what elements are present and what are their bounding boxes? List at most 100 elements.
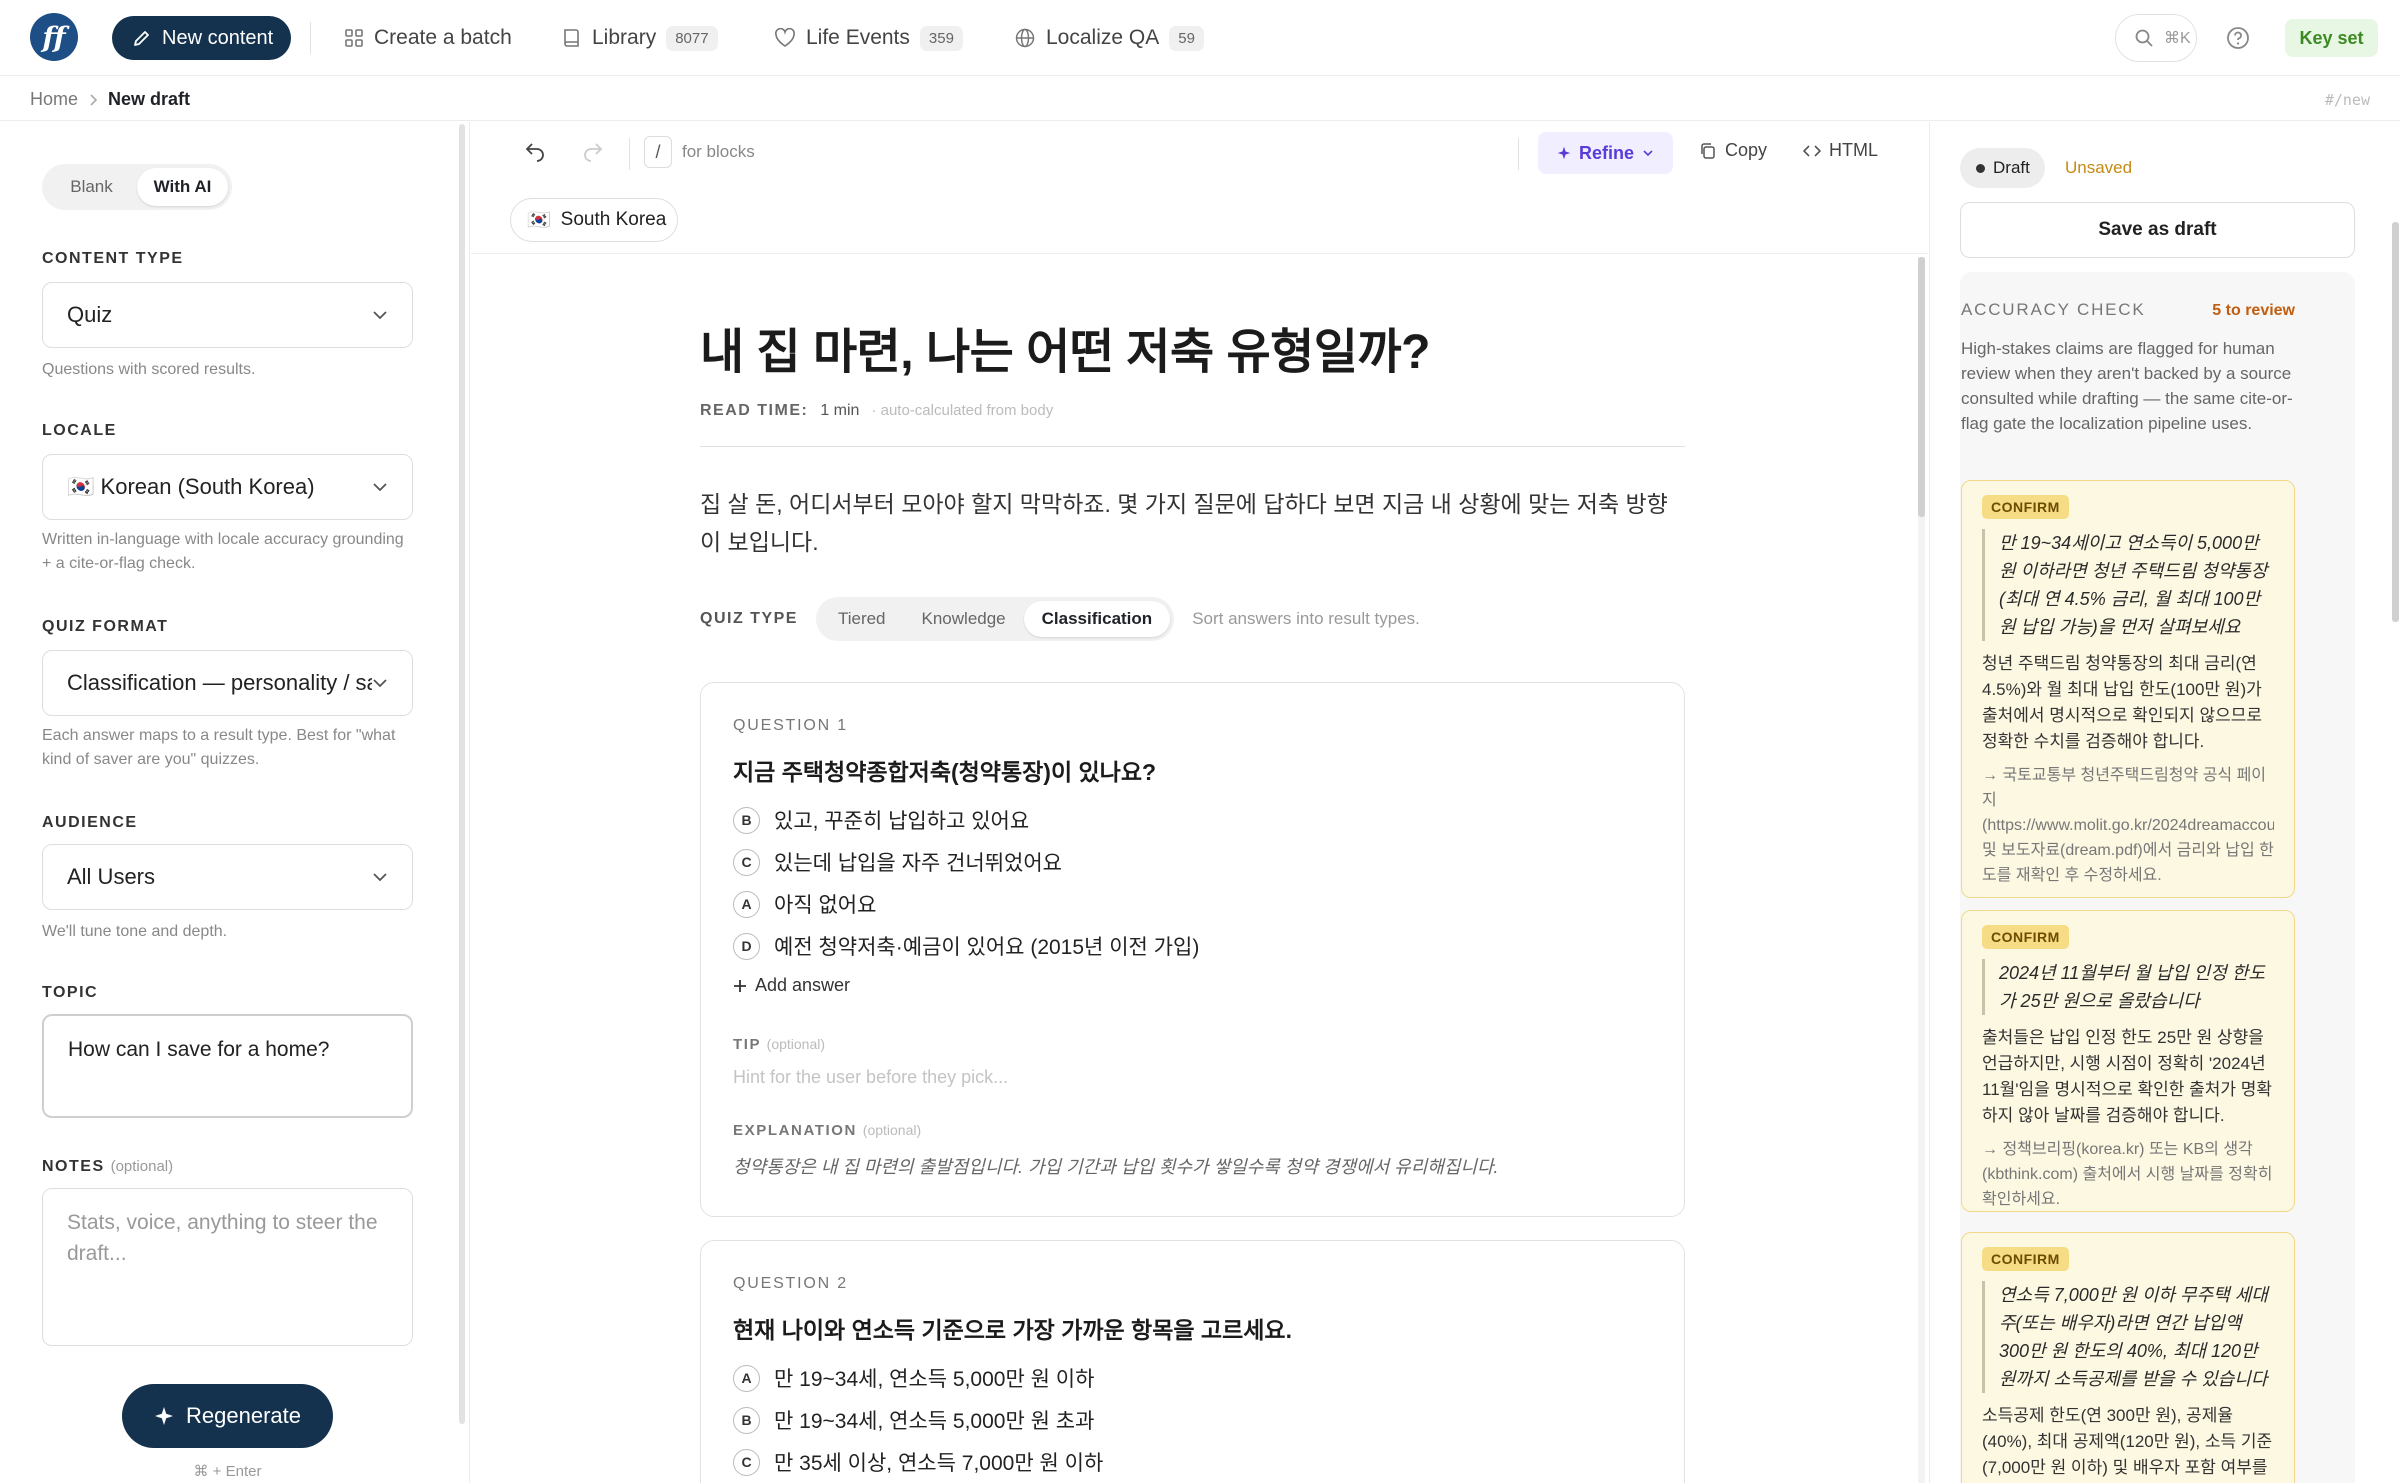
right-scrollbar[interactable] (2392, 222, 2399, 622)
unsaved-indicator: Unsaved (2065, 158, 2133, 177)
search-shortcut: ⌘K (2164, 30, 2191, 47)
sparkle-icon (1557, 146, 1571, 160)
topic-input[interactable]: How can I save for a home? (42, 1014, 413, 1118)
new-content-label: New content (162, 26, 274, 49)
quiz-type-description: Sort answers into result types. (1192, 609, 1420, 628)
add-answer-button[interactable]: Add answer (733, 975, 1652, 996)
life-events-count-badge: 359 (919, 25, 963, 51)
new-content-button[interactable]: New content (112, 16, 291, 60)
divider (629, 138, 630, 170)
read-time-note: · auto-calculated from body (871, 402, 1054, 419)
source-suggestion: → 국토교통부 청년주택드림청약 공식 페이지 (https://www.mol… (1982, 767, 2274, 884)
nav-localize-qa[interactable]: Localize QA 59 (1014, 22, 1204, 54)
review-count[interactable]: 5 to review (2212, 302, 2295, 320)
answer-letter[interactable]: C (733, 1448, 760, 1476)
redo-icon[interactable] (581, 140, 605, 164)
quiz-format-value: Classification — personality / saver typ… (67, 670, 372, 695)
accuracy-description: High-stakes claims are flagged for human… (1961, 339, 2293, 433)
search-button[interactable]: ⌘K (2115, 14, 2197, 62)
mode-blank[interactable]: Blank (46, 168, 137, 206)
notes-optional: (optional) (110, 1158, 174, 1175)
breadcrumb-home[interactable]: Home (30, 89, 78, 110)
flag-reason: 소득공제 한도(연 300만 원), 공제율(40%), 최대 공제액(120만… (1982, 1406, 2273, 1477)
answer-option[interactable]: B 있고, 꾸준히 납입하고 있어요 (733, 799, 1652, 841)
accuracy-card[interactable]: CONFIRM 연소득 7,000만 원 이하 무주택 세대주(또는 배우자)라… (1961, 1232, 2295, 1483)
quiz-type-row: QUIZ TYPE Tiered Knowledge Classificatio… (700, 597, 1685, 641)
answer-option[interactable]: C 있는데 납입을 자주 건너뛰었어요 (733, 841, 1652, 883)
country-chip[interactable]: 🇰🇷 South Korea (510, 198, 678, 242)
grid-icon (345, 29, 363, 47)
content-type-hint: Questions with scored results. (42, 361, 256, 378)
answer-text: 있고, 꾸준히 납입하고 있어요 (774, 810, 1030, 833)
left-scrollbar[interactable] (459, 124, 465, 1424)
notes-input[interactable]: Stats, voice, anything to steer the draf… (42, 1188, 413, 1346)
accuracy-card[interactable]: CONFIRM 2024년 11월부터 월 납입 인정 한도가 25만 원으로 … (1961, 910, 2295, 1212)
save-draft-button[interactable]: Save as draft (1960, 202, 2355, 258)
page-title[interactable]: 내 집 마련, 나는 어떤 저축 유형일까? (700, 312, 1685, 382)
generator-panel: Blank With AI CONTENT TYPE Quiz Question… (0, 122, 470, 1483)
add-answer-label: Add answer (755, 975, 851, 995)
answer-letter[interactable]: C (733, 848, 760, 876)
answer-letter[interactable]: D (733, 932, 760, 960)
answer-option[interactable]: D 예전 청약저축·예금이 있어요 (2015년 이전 가입) (733, 925, 1652, 967)
flagged-claim: 2024년 11월부터 월 납입 인정 한도가 25만 원으로 올랐습니다 (1982, 959, 2274, 1015)
answer-option[interactable]: C 만 35세 이상, 연소득 7,000만 원 이하 (733, 1441, 1652, 1483)
country-bar: 🇰🇷 South Korea (471, 190, 1928, 254)
nav-life-events[interactable]: Life Events 359 (774, 22, 963, 54)
explanation-input[interactable]: 청약통장은 내 집 마련의 출발점입니다. 가입 기간과 납입 횟수가 쌓일수록… (733, 1153, 1652, 1179)
quiz-type-label: QUIZ TYPE (700, 610, 798, 627)
answer-letter[interactable]: B (733, 1406, 760, 1434)
locale-hint: Written in-language with locale accuracy… (42, 531, 404, 572)
answer-letter[interactable]: A (733, 1364, 760, 1392)
editor-scrollbar[interactable] (1918, 257, 1925, 1483)
answer-letter[interactable]: B (733, 806, 760, 834)
copy-label: Copy (1725, 140, 1768, 160)
help-icon[interactable] (2224, 24, 2252, 52)
notes-label-text: NOTES (42, 1158, 105, 1175)
explanation-optional: (optional) (862, 1122, 922, 1138)
status-badge: Draft (1960, 148, 2045, 188)
quiz-type-tiered[interactable]: Tiered (820, 601, 904, 637)
notes-label: NOTES (optional) (42, 1158, 173, 1176)
refine-button[interactable]: Refine (1538, 132, 1673, 174)
nav-create-batch[interactable]: Create a batch (344, 22, 512, 54)
answer-letter[interactable]: A (733, 890, 760, 918)
html-button[interactable]: HTML (1803, 140, 1878, 161)
sparkle-icon (155, 1407, 173, 1425)
undo-icon[interactable] (523, 140, 547, 164)
question-text[interactable]: 지금 주택청약종합저축(청약통장)이 있나요? (733, 753, 1652, 787)
copy-button[interactable]: Copy (1699, 140, 1767, 161)
slash-command-key[interactable]: / (644, 136, 672, 168)
logo[interactable]: ff (30, 13, 78, 61)
nav-label: Localize QA (1046, 26, 1160, 49)
question-text[interactable]: 현재 나이와 연소득 기준으로 가장 가까운 항목을 고르세요. (733, 1311, 1652, 1345)
audience-value: All Users (67, 864, 156, 889)
accuracy-card[interactable]: CONFIRM 만 19~34세이고 연소득이 5,000만 원 이하라면 청년… (1961, 480, 2295, 898)
lead-paragraph[interactable]: 집 살 돈, 어디서부터 모아야 할지 막막하죠. 몇 가지 질문에 답하다 보… (700, 485, 1685, 561)
accuracy-title: ACCURACY CHECK (1961, 300, 2146, 319)
answer-text: 만 19~34세, 연소득 5,000만 원 초과 (774, 1410, 1095, 1433)
quiz-format-select[interactable]: Classification — personality / saver typ… (42, 650, 413, 716)
answer-option[interactable]: A 아직 없어요 (733, 883, 1652, 925)
confirm-badge: CONFIRM (1982, 1247, 2069, 1271)
refine-label: Refine (1578, 142, 1634, 163)
key-set-badge[interactable]: Key set (2285, 19, 2378, 57)
locale-select[interactable]: 🇰🇷 Korean (South Korea) (42, 454, 413, 520)
question-number: QUESTION 1 (733, 717, 848, 734)
tip-input[interactable]: Hint for the user before they pick... (733, 1067, 1652, 1088)
answer-option[interactable]: A 만 19~34세, 연소득 5,000만 원 이하 (733, 1357, 1652, 1399)
quiz-type-classification[interactable]: Classification (1023, 601, 1171, 637)
audience-select[interactable]: All Users (42, 844, 413, 910)
answer-option[interactable]: B 만 19~34세, 연소득 5,000만 원 초과 (733, 1399, 1652, 1441)
mode-with-ai[interactable]: With AI (137, 168, 228, 206)
country-label: South Korea (560, 209, 667, 230)
regenerate-button[interactable]: Regenerate (122, 1384, 333, 1448)
content-type-select[interactable]: Quiz (42, 282, 413, 348)
answer-list: B 있고, 꾸준히 납입하고 있어요 C 있는데 납입을 자주 건너뛰었어요 A 아직… (733, 799, 1652, 967)
quiz-type-knowledge[interactable]: Knowledge (904, 601, 1024, 637)
nav-label: Life Events (806, 26, 910, 49)
locale-name: Korean (South Korea) (100, 474, 315, 499)
nav-library[interactable]: Library 8077 (562, 22, 718, 54)
divider (310, 22, 311, 54)
content-type-label: CONTENT TYPE (42, 250, 184, 267)
